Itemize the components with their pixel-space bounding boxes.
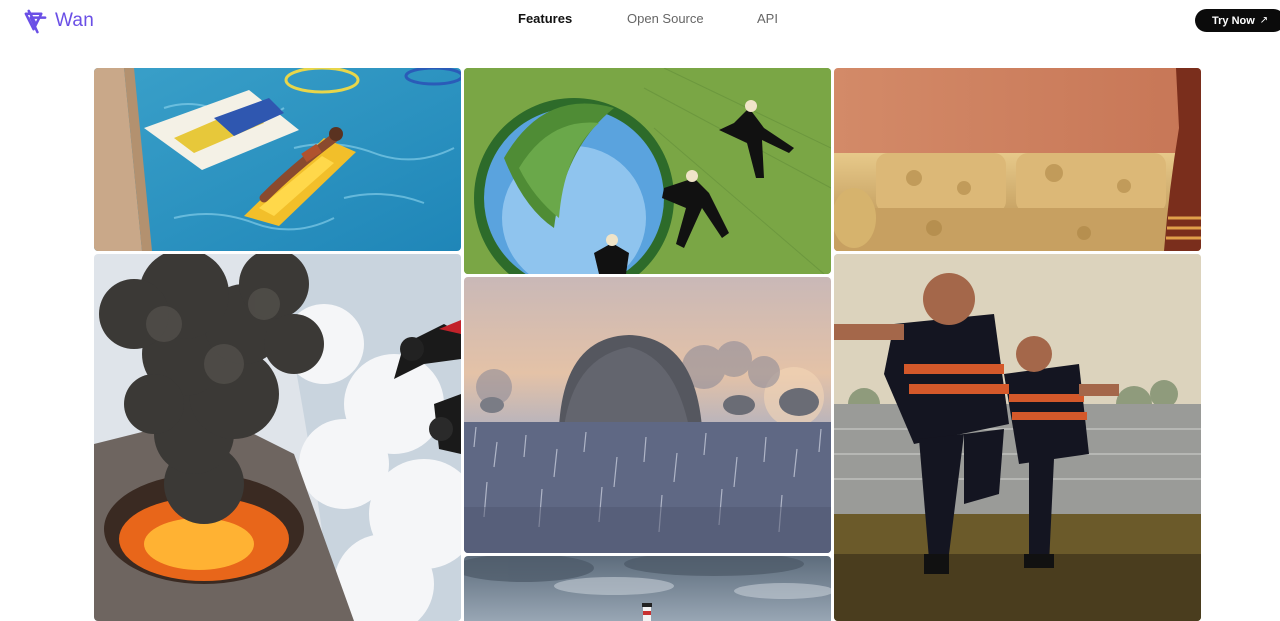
volcano-skydivers-image: [94, 254, 461, 621]
rugby-players-image: [834, 254, 1201, 621]
gallery-tile-rugby-players[interactable]: [834, 254, 1201, 621]
gallery-tile-fisheye-jump[interactable]: [464, 68, 831, 274]
pool-float-image: [94, 68, 461, 251]
gallery-tile-haystack-dawn[interactable]: [464, 277, 831, 553]
gallery-tile-volcano-skydivers[interactable]: [94, 254, 461, 621]
lighthouse-storm-image: [464, 556, 831, 621]
golden-sofa-image: [834, 68, 1201, 251]
fisheye-jump-image: [464, 68, 831, 274]
gallery-tile-pool-float[interactable]: [94, 68, 461, 251]
gallery-tile-golden-sofa[interactable]: [834, 68, 1201, 251]
haystack-dawn-image: [464, 277, 831, 553]
video-gallery: [0, 0, 1280, 621]
gallery-tile-lighthouse-storm[interactable]: [464, 556, 831, 621]
